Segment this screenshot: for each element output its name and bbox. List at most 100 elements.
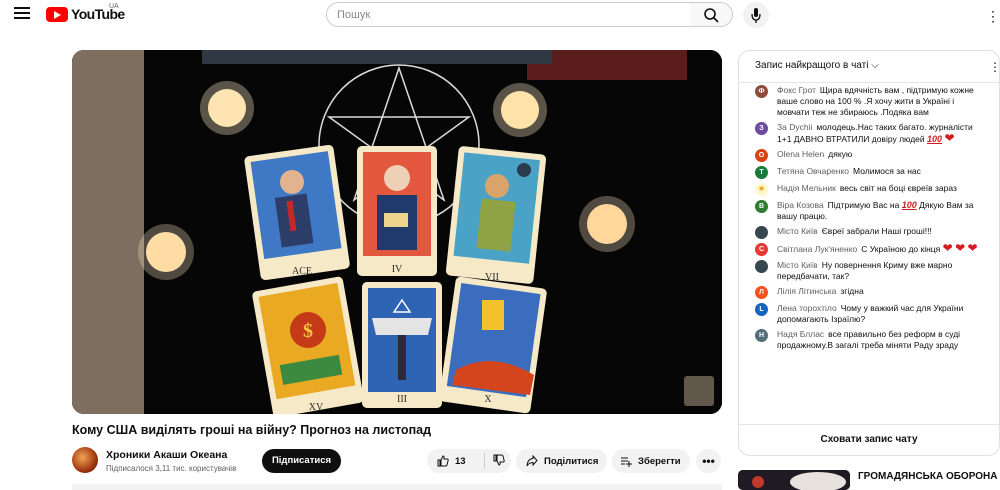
share-label: Поділитися bbox=[544, 455, 599, 467]
search-placeholder: Пошук bbox=[337, 8, 371, 21]
tarot-card-iv bbox=[357, 146, 437, 276]
search-input[interactable]: Пошук bbox=[326, 2, 691, 27]
subscribe-button[interactable]: Підписатися bbox=[262, 449, 341, 473]
chat-message: O Olena Helen дякую bbox=[755, 149, 985, 162]
chat-message: С Світлана Лук'яненко С Україною до кінця… bbox=[755, 241, 985, 256]
tarot-card-x-label: X bbox=[484, 394, 492, 405]
more-icon: ••• bbox=[702, 454, 715, 468]
channel-name[interactable]: Хроники Акаши Океана bbox=[106, 449, 227, 461]
channel-avatar[interactable] bbox=[72, 447, 98, 473]
settings-more-icon[interactable]: ⋮ bbox=[986, 8, 1000, 25]
candle-flame bbox=[146, 232, 186, 272]
video-player[interactable]: ACE IV VII $ XV III X bbox=[72, 50, 722, 414]
chat-text: дякую bbox=[828, 149, 853, 159]
chat-author[interactable]: Лена торохтіло bbox=[777, 303, 837, 313]
heart-emoji-icon: ❤ bbox=[942, 241, 953, 255]
chat-message: ☀ Надія Мельник весь світ на боці євреїв … bbox=[755, 183, 985, 196]
dislike-button[interactable] bbox=[485, 454, 505, 469]
chat-author[interactable]: Надя Бллас bbox=[777, 329, 824, 339]
thumbs-down-icon bbox=[493, 454, 505, 466]
subscriber-count: Підписалося 3,11 тис. користувачів bbox=[106, 464, 237, 473]
candle-flame bbox=[587, 204, 627, 244]
chat-author[interactable]: Тетяна Овчаренко bbox=[777, 166, 849, 176]
region-code: UA bbox=[109, 3, 119, 10]
hide-chat-button[interactable]: Сховати запис чату bbox=[739, 424, 999, 455]
like-dislike-group: 13 bbox=[427, 449, 511, 473]
tarot-card-vii bbox=[445, 146, 547, 284]
chat-more-icon[interactable]: ⋮ bbox=[989, 60, 999, 74]
avatar[interactable]: Л bbox=[755, 286, 768, 299]
tarot-card-iii-label: III bbox=[397, 394, 407, 405]
search-icon bbox=[704, 8, 719, 23]
top-bar: YouTube UA Пошук ⋮ bbox=[0, 0, 1000, 30]
chat-text: весь світ на боці євреїв зараз bbox=[839, 183, 957, 193]
tarot-card-ace bbox=[244, 144, 350, 281]
heart-emoji-icon: ❤ bbox=[967, 241, 978, 255]
video-title: Кому США виділять гроші на війну? Прогно… bbox=[72, 423, 432, 437]
recommended-video-title[interactable]: ГРОМАДЯНСЬКА ОБОРОНА bbox=[858, 471, 997, 483]
description-box[interactable] bbox=[72, 484, 722, 490]
heart-emoji-icon: ❤ bbox=[944, 131, 955, 145]
live-chat-replay: Запис найкращого в чаті ⌵ ⋮ Ф Фокс Грот Щ… bbox=[738, 50, 1000, 456]
avatar[interactable]: С bbox=[755, 243, 768, 256]
save-label: Зберегти bbox=[638, 455, 681, 467]
chat-author[interactable]: Olena Helen bbox=[777, 149, 824, 159]
chat-message: Н Надя Бллас все правильно без реформ в с… bbox=[755, 329, 985, 351]
play-icon bbox=[46, 6, 68, 22]
chat-mode-label: Запис найкращого в чаті bbox=[755, 60, 869, 71]
thumbnail-art bbox=[738, 470, 850, 490]
microphone-icon bbox=[751, 8, 761, 23]
like-button[interactable]: 13 bbox=[427, 453, 485, 469]
chat-message: Ф Фокс Грот Щира вдячність вам , підтриму… bbox=[755, 85, 985, 118]
chat-header[interactable]: Запис найкращого в чаті ⌵ ⋮ bbox=[739, 51, 999, 83]
chat-author[interactable]: Місто Київ bbox=[777, 260, 818, 270]
microphone-button[interactable] bbox=[743, 2, 769, 28]
share-icon bbox=[526, 455, 538, 467]
chat-text: Підтримую Вас на bbox=[827, 200, 900, 210]
avatar[interactable] bbox=[755, 226, 768, 239]
chat-text: згідна bbox=[840, 286, 864, 296]
recommended-video-thumbnail[interactable] bbox=[738, 470, 850, 490]
chat-author[interactable]: Фокс Грот bbox=[777, 85, 816, 95]
video-frame: ACE IV VII $ XV III X bbox=[72, 50, 722, 414]
menu-icon[interactable] bbox=[14, 7, 30, 21]
avatar[interactable]: Н bbox=[755, 329, 768, 342]
candle-flame bbox=[501, 91, 539, 129]
chat-message: L Лена торохтіло Чому у важкий час для Ук… bbox=[755, 303, 985, 325]
chat-messages: Ф Фокс Грот Щира вдячність вам , підтриму… bbox=[739, 85, 999, 351]
chevron-down-icon: ⌵ bbox=[871, 60, 879, 71]
avatar[interactable]: В bbox=[755, 200, 768, 213]
avatar[interactable]: З bbox=[755, 122, 768, 135]
avatar[interactable] bbox=[755, 260, 768, 273]
heart-emoji-icon: ❤ bbox=[955, 241, 966, 255]
chat-author[interactable]: Лілія Літинська bbox=[777, 286, 836, 296]
avatar[interactable]: Т bbox=[755, 166, 768, 179]
avatar[interactable]: L bbox=[755, 303, 768, 316]
chat-message: В Віра Козова Підтримую Вас на 100 Дякую … bbox=[755, 200, 985, 222]
tarot-card-iii bbox=[362, 282, 442, 408]
candle-flame bbox=[208, 89, 246, 127]
chat-author[interactable]: Світлана Лук'яненко bbox=[777, 244, 857, 254]
svg-text:$: $ bbox=[303, 320, 313, 342]
chat-author[interactable]: За Dychii bbox=[777, 122, 812, 132]
chat-message: Місто Київ Ну повернення Криму вже марно … bbox=[755, 260, 985, 282]
chat-text: С Україною до кінця bbox=[861, 244, 941, 254]
save-button[interactable]: Зберегти bbox=[612, 449, 690, 473]
playlist-add-icon bbox=[621, 457, 632, 467]
hundred-emoji-icon: 100 bbox=[901, 200, 917, 210]
channel-watermark[interactable] bbox=[684, 376, 714, 406]
share-button[interactable]: Поділитися bbox=[516, 449, 607, 473]
avatar[interactable]: Ф bbox=[755, 85, 768, 98]
chat-author[interactable]: Місто Київ bbox=[777, 226, 818, 236]
chat-author[interactable]: Віра Козова bbox=[777, 200, 824, 210]
chat-message: З За Dychii молодець.Нас таких багато. жу… bbox=[755, 122, 985, 145]
search-button[interactable] bbox=[690, 2, 733, 27]
avatar[interactable]: ☀ bbox=[755, 183, 768, 196]
chat-author[interactable]: Надія Мельник bbox=[777, 183, 836, 193]
tarot-card-x bbox=[439, 276, 547, 414]
more-actions-button[interactable]: ••• bbox=[696, 449, 721, 473]
avatar[interactable]: O bbox=[755, 149, 768, 162]
tarot-card-xv-label: XV bbox=[309, 402, 324, 413]
tarot-card-iv-label: IV bbox=[392, 264, 403, 275]
chat-text: Молимося за нас bbox=[853, 166, 921, 176]
